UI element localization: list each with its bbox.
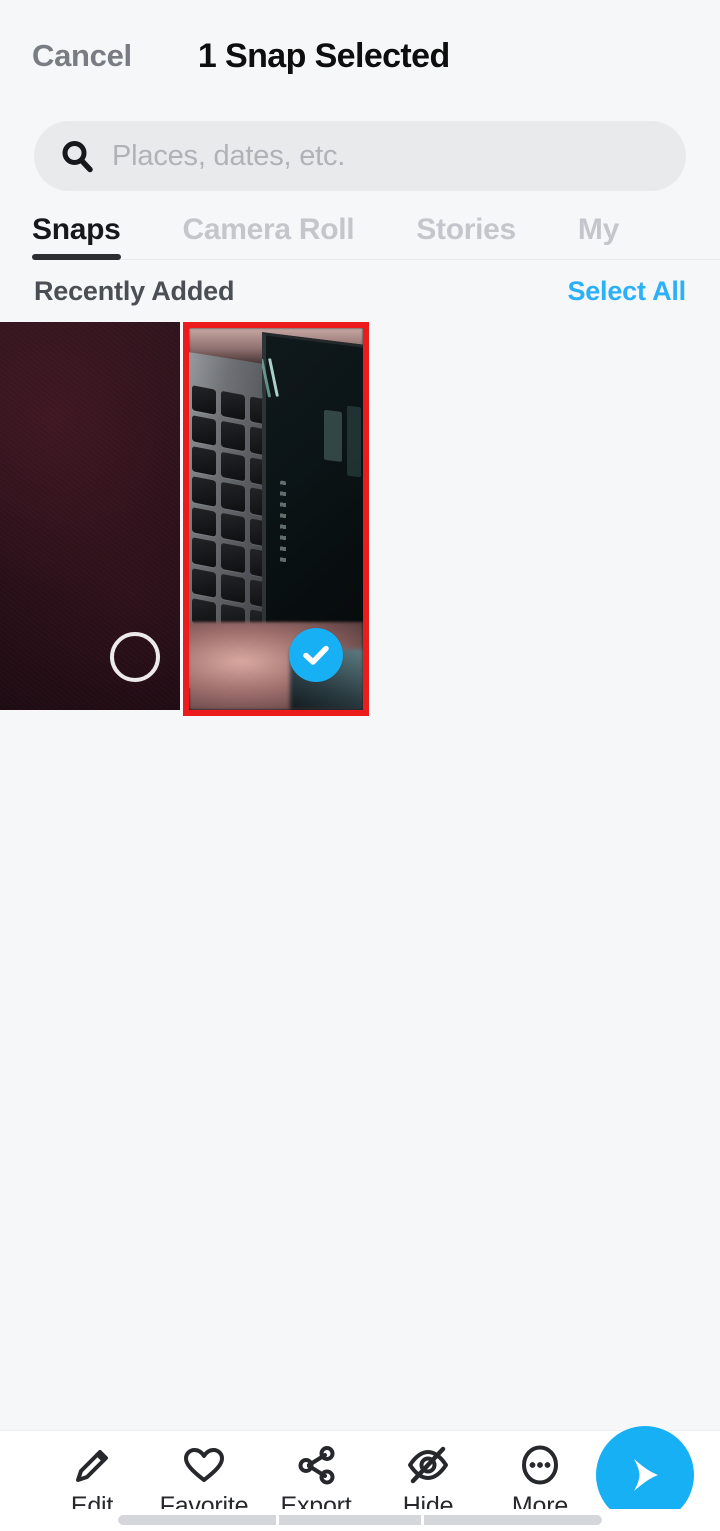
home-indicator[interactable]: [118, 1515, 602, 1525]
snap-thumbnail-1[interactable]: [0, 322, 180, 710]
select-all-button[interactable]: Select All: [567, 276, 686, 307]
selection-check-icon[interactable]: [289, 628, 343, 682]
top-bar: Cancel 1 Snap Selected: [0, 0, 720, 112]
page-title: 1 Snap Selected: [197, 36, 450, 75]
search-placeholder: Places, dates, etc.: [112, 139, 346, 172]
section-title: Recently Added: [34, 275, 235, 306]
ellipsis-circle-icon: [517, 1442, 563, 1488]
tab-my-eyes-only[interactable]: My: [578, 213, 619, 260]
home-indicator-segment: [424, 1515, 602, 1525]
tab-camera-roll-label: Camera Roll: [182, 213, 355, 246]
eye-slash-icon: [405, 1442, 451, 1488]
tab-my-eyes-only-label: My: [577, 213, 619, 246]
snap-thumbnail-2[interactable]: [183, 322, 369, 716]
tab-camera-roll[interactable]: Camera Roll: [183, 213, 355, 260]
tab-bar: Snaps Camera Roll Stories My: [0, 200, 720, 260]
search-icon: [60, 139, 94, 173]
screen-bezel: [262, 332, 363, 664]
screen-panel-a: [324, 410, 343, 463]
tab-snaps[interactable]: Snaps: [32, 213, 121, 260]
screen-dock: [279, 480, 287, 564]
pencil-icon: [69, 1442, 115, 1488]
selection-circle-icon[interactable]: [110, 632, 160, 682]
search-input[interactable]: Places, dates, etc.: [34, 121, 686, 191]
tab-active-indicator: [32, 254, 121, 260]
screen-panel-b: [346, 406, 362, 478]
laptop-screen: [262, 332, 363, 664]
memories-selection-screen: Cancel 1 Snap Selected Places, dates, et…: [0, 0, 720, 1531]
home-indicator-segment: [279, 1515, 421, 1525]
tab-stories[interactable]: Stories: [416, 213, 516, 260]
section-header: Recently Added Select All: [0, 260, 720, 322]
snap-grid: [0, 322, 720, 1430]
tab-stories-label: Stories: [416, 213, 516, 246]
search-container: Places, dates, etc.: [0, 112, 720, 200]
heart-icon: [181, 1442, 227, 1488]
share-icon: [293, 1442, 339, 1488]
home-indicator-area: [0, 1509, 720, 1531]
cancel-button[interactable]: Cancel: [32, 38, 132, 74]
home-indicator-segment: [118, 1515, 276, 1525]
send-arrow-icon: [634, 1459, 658, 1491]
tab-snaps-label: Snaps: [32, 213, 121, 246]
